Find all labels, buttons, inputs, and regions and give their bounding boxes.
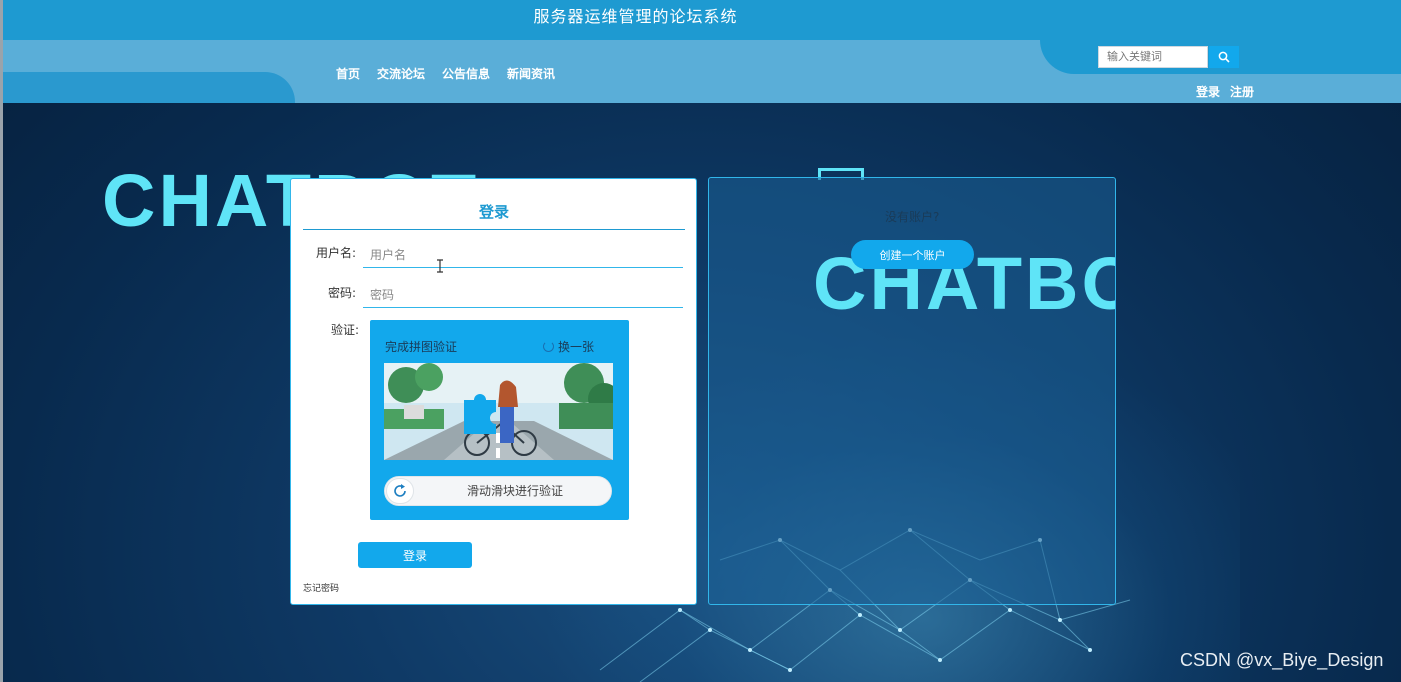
verify-label: 验证: bbox=[330, 323, 359, 337]
register-question: 没有账户? bbox=[885, 210, 940, 224]
forgot-password-link[interactable]: 忘记密码 bbox=[303, 581, 339, 594]
create-account-button[interactable]: 创建一个账户 bbox=[851, 240, 974, 269]
captcha-slider-handle[interactable] bbox=[386, 478, 414, 504]
captcha-puzzle-image bbox=[384, 363, 613, 460]
captcha-refresh-label: 换一张 bbox=[558, 340, 595, 354]
main-nav: 首页 交流论坛 公告信息 新闻资讯 bbox=[336, 65, 572, 82]
top-bar: 服务器运维管理的论坛系统 bbox=[3, 0, 1401, 40]
search-input[interactable] bbox=[1098, 46, 1208, 68]
search-icon bbox=[1218, 51, 1230, 63]
nav-home[interactable]: 首页 bbox=[336, 65, 360, 82]
puzzle-captcha: 完成拼图验证 换一张 滑动滑块进行验证 bbox=[370, 320, 629, 520]
nav-decoration-left bbox=[3, 72, 295, 103]
password-label: 密码: bbox=[327, 286, 356, 300]
search-button[interactable] bbox=[1209, 46, 1239, 68]
header-register-link[interactable]: 注册 bbox=[1230, 83, 1254, 100]
text-cursor-icon bbox=[437, 259, 443, 273]
login-title: 登录 bbox=[478, 203, 509, 221]
password-input[interactable] bbox=[363, 282, 683, 308]
nav-bar: 首页 交流论坛 公告信息 新闻资讯 登录 注册 bbox=[3, 40, 1401, 103]
nav-announcements[interactable]: 公告信息 bbox=[442, 65, 490, 82]
login-title-divider bbox=[303, 229, 685, 230]
captcha-slider-track[interactable]: 滑动滑块进行验证 bbox=[384, 476, 612, 506]
username-input[interactable] bbox=[363, 242, 683, 268]
auth-links: 登录 注册 bbox=[1196, 83, 1254, 100]
nav-forum[interactable]: 交流论坛 bbox=[377, 65, 425, 82]
site-title: 服务器运维管理的论坛系统 bbox=[533, 7, 738, 26]
captcha-slider-text: 滑动滑块进行验证 bbox=[466, 484, 563, 498]
refresh-icon bbox=[543, 341, 554, 352]
login-card: 登录 用户名: 密码: 验证: 完成拼图验证 换一张 bbox=[290, 178, 697, 605]
register-card: CHATBO 没有账户? 创建一个账户 bbox=[708, 177, 1116, 605]
captcha-title: 完成拼图验证 bbox=[385, 340, 458, 354]
nav-news[interactable]: 新闻资讯 bbox=[507, 65, 555, 82]
slider-refresh-icon bbox=[394, 484, 406, 497]
username-label: 用户名: bbox=[315, 246, 356, 260]
watermark: CSDN @vx_Biye_Design bbox=[1180, 650, 1384, 670]
login-submit-button[interactable]: 登录 bbox=[358, 542, 472, 568]
captcha-refresh-button[interactable]: 换一张 bbox=[543, 338, 594, 355]
header-login-link[interactable]: 登录 bbox=[1196, 83, 1220, 100]
